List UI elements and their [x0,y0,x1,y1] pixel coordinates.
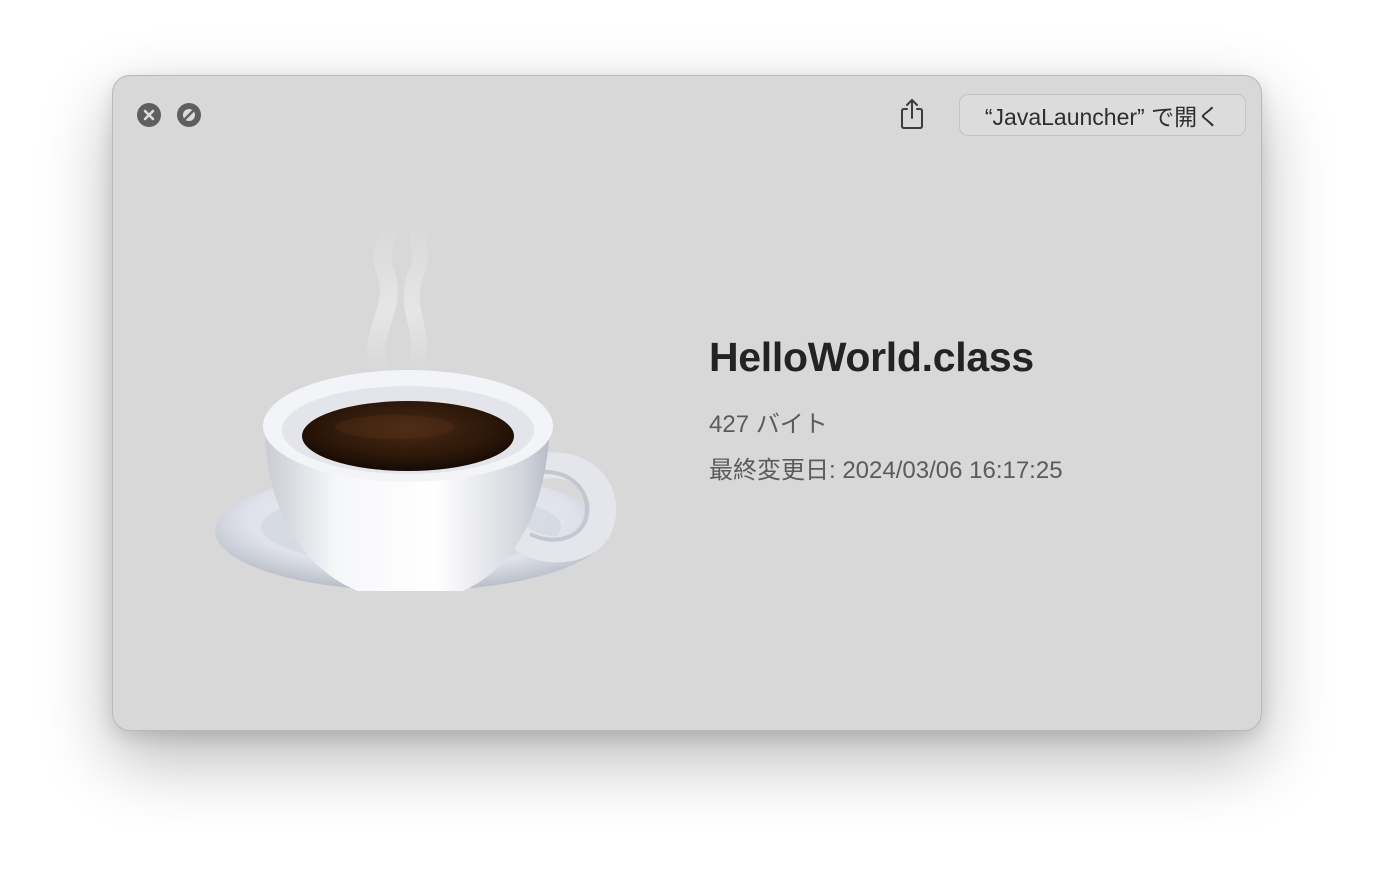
close-button[interactable] [137,103,161,127]
file-name: HelloWorld.class [709,334,1034,380]
file-preview-icon [205,201,625,601]
open-with-app-button[interactable]: “JavaLauncher” で開く [959,94,1246,136]
file-size: 427 バイト [709,411,828,438]
last-modified-date: 最終変更日: 2024/03/06 16:17:25 [709,457,1063,484]
quicklook-window: “JavaLauncher” で開く HelloWorld.class 427 … [112,75,1262,731]
share-button[interactable] [894,96,930,132]
coffee-cup-icon [215,212,617,601]
open-with-label: “JavaLauncher” で開く [984,104,1221,130]
share-icon [901,99,923,129]
fullscreen-button[interactable] [177,103,201,127]
fullscreen-slash-icon [183,109,195,121]
close-icon [143,109,155,121]
